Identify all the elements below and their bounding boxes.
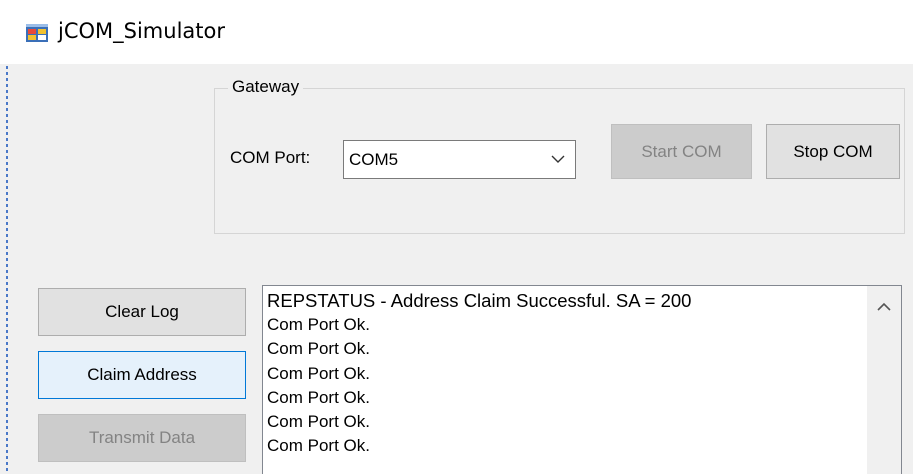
chevron-down-icon[interactable] bbox=[551, 154, 565, 164]
title-bar[interactable]: jCOM_Simulator bbox=[0, 0, 913, 64]
log-lines: REPSTATUS - Address Claim Successful. SA… bbox=[267, 289, 861, 459]
com-port-value: COM5 bbox=[349, 150, 399, 169]
log-line[interactable]: Com Port Ok. bbox=[267, 313, 861, 337]
log-listbox[interactable]: REPSTATUS - Address Claim Successful. SA… bbox=[262, 285, 902, 474]
clear-log-button[interactable]: Clear Log bbox=[38, 288, 246, 336]
claim-address-button[interactable]: Claim Address bbox=[38, 351, 246, 399]
window-title: jCOM_Simulator bbox=[58, 19, 225, 43]
log-line[interactable]: Com Port Ok. bbox=[267, 434, 861, 458]
gateway-legend: Gateway bbox=[228, 77, 304, 97]
log-line[interactable]: Com Port Ok. bbox=[267, 410, 861, 434]
start-com-button[interactable]: Start COM bbox=[611, 124, 752, 179]
com-port-label: COM Port: bbox=[230, 148, 311, 167]
log-scrollbar[interactable] bbox=[867, 286, 901, 474]
com-port-select[interactable]: COM5 bbox=[343, 140, 576, 179]
log-line[interactable]: REPSTATUS - Address Claim Successful. SA… bbox=[267, 289, 861, 313]
window-frame-edge bbox=[6, 0, 8, 474]
stop-com-button[interactable]: Stop COM bbox=[766, 124, 900, 179]
log-line[interactable]: Com Port Ok. bbox=[267, 362, 861, 386]
chevron-up-icon[interactable] bbox=[877, 302, 891, 312]
log-line[interactable]: Com Port Ok. bbox=[267, 337, 861, 361]
log-line[interactable]: Com Port Ok. bbox=[267, 386, 861, 410]
transmit-data-button[interactable]: Transmit Data bbox=[38, 414, 246, 462]
app-window-icon bbox=[26, 24, 48, 42]
